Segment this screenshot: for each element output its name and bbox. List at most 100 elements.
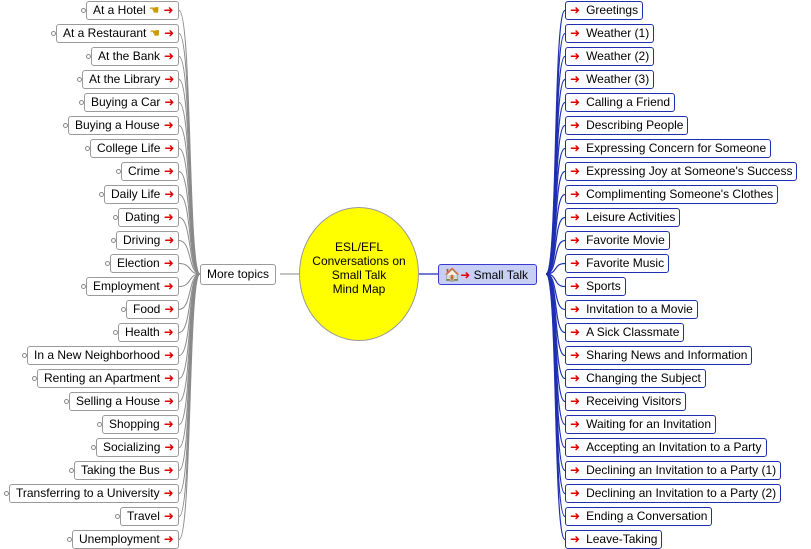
hyperlink-arrow-icon[interactable]: ➜ xyxy=(570,118,580,132)
left-topic-node[interactable]: Shopping ➜ xyxy=(102,415,179,434)
hyperlink-arrow-icon[interactable]: ➜ xyxy=(570,210,580,224)
left-topic-node[interactable]: In a New Neighborhood ➜ xyxy=(27,346,180,365)
hyperlink-arrow-icon[interactable]: ➜ xyxy=(570,463,580,477)
right-topic-node[interactable]: ➜ Weather (2) xyxy=(565,47,655,66)
left-topic-node[interactable]: At the Library ➜ xyxy=(82,70,180,89)
right-topic-node[interactable]: ➜ Calling a Friend xyxy=(565,93,676,112)
left-topic-node[interactable]: Health ➜ xyxy=(118,323,179,342)
hyperlink-arrow-icon[interactable]: ➜ xyxy=(164,72,174,86)
right-topic-node[interactable]: ➜ Expressing Concern for Someone xyxy=(565,139,772,158)
expand-toggle-icon[interactable] xyxy=(97,422,102,427)
left-topic-node[interactable]: Dating ➜ xyxy=(118,208,179,227)
left-topic-node[interactable]: Food ➜ xyxy=(126,300,180,319)
hyperlink-arrow-icon[interactable]: ➜ xyxy=(570,325,580,339)
right-topic-node[interactable]: ➜ Favorite Music xyxy=(565,254,670,273)
hyperlink-arrow-icon[interactable]: ➜ xyxy=(164,371,174,385)
left-topic-node[interactable]: Driving ➜ xyxy=(116,231,180,250)
left-topic-node[interactable]: Socializing ➜ xyxy=(96,438,180,457)
hyperlink-arrow-icon[interactable]: ➜ xyxy=(570,348,580,362)
expand-toggle-icon[interactable] xyxy=(113,215,118,220)
hyperlink-arrow-icon[interactable]: ➜ xyxy=(164,348,174,362)
hyperlink-arrow-icon[interactable]: ➜ xyxy=(460,268,470,282)
left-topic-node[interactable]: Taking the Bus ➜ xyxy=(74,461,179,480)
hyperlink-arrow-icon[interactable]: ➜ xyxy=(570,3,580,17)
right-topic-node[interactable]: ➜ Leave-Taking xyxy=(565,530,663,549)
hyperlink-arrow-icon[interactable]: ➜ xyxy=(164,118,174,132)
hyperlink-arrow-icon[interactable]: ➜ xyxy=(164,509,174,523)
hyperlink-arrow-icon[interactable]: ➜ xyxy=(570,95,580,109)
hyperlink-arrow-icon[interactable]: ➜ xyxy=(164,417,174,431)
hyperlink-arrow-icon[interactable]: ➜ xyxy=(163,3,173,17)
hyperlink-arrow-icon[interactable]: ➜ xyxy=(570,486,580,500)
right-topic-node[interactable]: ➜ Receiving Visitors xyxy=(565,392,687,411)
hyperlink-arrow-icon[interactable]: ➜ xyxy=(164,95,174,109)
hyperlink-arrow-icon[interactable]: ➜ xyxy=(570,233,580,247)
hyperlink-arrow-icon[interactable]: ➜ xyxy=(570,164,580,178)
expand-toggle-icon[interactable] xyxy=(81,8,86,13)
hyperlink-arrow-icon[interactable]: ➜ xyxy=(570,49,580,63)
hyperlink-arrow-icon[interactable]: ➜ xyxy=(164,233,174,247)
expand-toggle-icon[interactable] xyxy=(22,353,27,358)
expand-toggle-icon[interactable] xyxy=(64,399,69,404)
hyperlink-arrow-icon[interactable]: ➜ xyxy=(164,486,174,500)
left-topic-node[interactable]: Buying a House ➜ xyxy=(68,116,179,135)
expand-toggle-icon[interactable] xyxy=(81,284,86,289)
right-topic-node[interactable]: ➜ Accepting an Invitation to a Party xyxy=(565,438,767,457)
hyperlink-arrow-icon[interactable]: ➜ xyxy=(164,302,174,316)
expand-toggle-icon[interactable] xyxy=(115,514,120,519)
hyperlink-arrow-icon[interactable]: ➜ xyxy=(164,532,174,546)
hyperlink-arrow-icon[interactable]: ➜ xyxy=(570,72,580,86)
right-topic-node[interactable]: ➜ A Sick Classmate xyxy=(565,323,685,342)
expand-toggle-icon[interactable] xyxy=(85,146,90,151)
hyperlink-arrow-icon[interactable]: ➜ xyxy=(570,532,580,546)
expand-toggle-icon[interactable] xyxy=(67,537,72,542)
small-talk-branch[interactable]: 🏠➜ Small Talk xyxy=(438,264,538,285)
expand-toggle-icon[interactable] xyxy=(51,31,56,36)
left-topic-node[interactable]: Travel ➜ xyxy=(120,507,179,526)
expand-toggle-icon[interactable] xyxy=(86,54,91,59)
left-topic-node[interactable]: At a Restaurant ☚ ➜ xyxy=(56,24,180,43)
expand-toggle-icon[interactable] xyxy=(91,445,96,450)
hyperlink-arrow-icon[interactable]: ➜ xyxy=(570,279,580,293)
right-topic-node[interactable]: ➜ Changing the Subject xyxy=(565,369,706,388)
expand-toggle-icon[interactable] xyxy=(121,307,126,312)
hyperlink-arrow-icon[interactable]: ➜ xyxy=(570,187,580,201)
left-topic-node[interactable]: Daily Life ➜ xyxy=(104,185,180,204)
hyperlink-arrow-icon[interactable]: ➜ xyxy=(164,49,174,63)
left-topic-node[interactable]: Election ➜ xyxy=(110,254,179,273)
right-topic-node[interactable]: ➜ Sharing News and Information xyxy=(565,346,753,365)
hyperlink-arrow-icon[interactable]: ➜ xyxy=(570,394,580,408)
left-topic-node[interactable]: Unemployment ➜ xyxy=(72,530,179,549)
expand-toggle-icon[interactable] xyxy=(113,330,118,335)
right-topic-node[interactable]: ➜ Expressing Joy at Someone's Success xyxy=(565,162,798,181)
right-topic-node[interactable]: ➜ Leisure Activities xyxy=(565,208,681,227)
right-topic-node[interactable]: ➜ Invitation to a Movie xyxy=(565,300,698,319)
expand-toggle-icon[interactable] xyxy=(69,468,74,473)
right-topic-node[interactable]: ➜ Weather (3) xyxy=(565,70,655,89)
expand-toggle-icon[interactable] xyxy=(63,123,68,128)
hyperlink-arrow-icon[interactable]: ➜ xyxy=(570,440,580,454)
right-topic-node[interactable]: ➜ Waiting for an Invitation xyxy=(565,415,717,434)
left-topic-node[interactable]: Selling a House ➜ xyxy=(69,392,180,411)
right-topic-node[interactable]: ➜ Declining an Invitation to a Party (1) xyxy=(565,461,782,480)
hyperlink-arrow-icon[interactable]: ➜ xyxy=(164,325,174,339)
central-topic[interactable]: ESL/EFL Conversations on Small Talk Mind… xyxy=(299,207,419,341)
left-topic-node[interactable]: Transferring to a University ➜ xyxy=(9,484,179,503)
hyperlink-arrow-icon[interactable]: ➜ xyxy=(164,463,174,477)
left-topic-node[interactable]: Crime ➜ xyxy=(121,162,180,181)
right-topic-node[interactable]: ➜ Sports xyxy=(565,277,626,296)
left-topic-node[interactable]: College Life ➜ xyxy=(90,139,180,158)
left-topic-node[interactable]: At the Bank ➜ xyxy=(91,47,180,66)
expand-toggle-icon[interactable] xyxy=(77,77,82,82)
hyperlink-arrow-icon[interactable]: ➜ xyxy=(164,141,174,155)
hyperlink-arrow-icon[interactable]: ➜ xyxy=(570,256,580,270)
hyperlink-arrow-icon[interactable]: ➜ xyxy=(164,187,174,201)
left-topic-node[interactable]: At a Hotel ☚ ➜ xyxy=(86,1,179,20)
hyperlink-arrow-icon[interactable]: ➜ xyxy=(164,279,174,293)
hyperlink-arrow-icon[interactable]: ➜ xyxy=(164,26,174,40)
hyperlink-arrow-icon[interactable]: ➜ xyxy=(164,164,174,178)
left-topic-node[interactable]: Buying a Car ➜ xyxy=(84,93,180,112)
expand-toggle-icon[interactable] xyxy=(105,261,110,266)
right-topic-node[interactable]: ➜ Greetings xyxy=(565,1,644,20)
left-topic-node[interactable]: Renting an Apartment ➜ xyxy=(37,369,180,388)
